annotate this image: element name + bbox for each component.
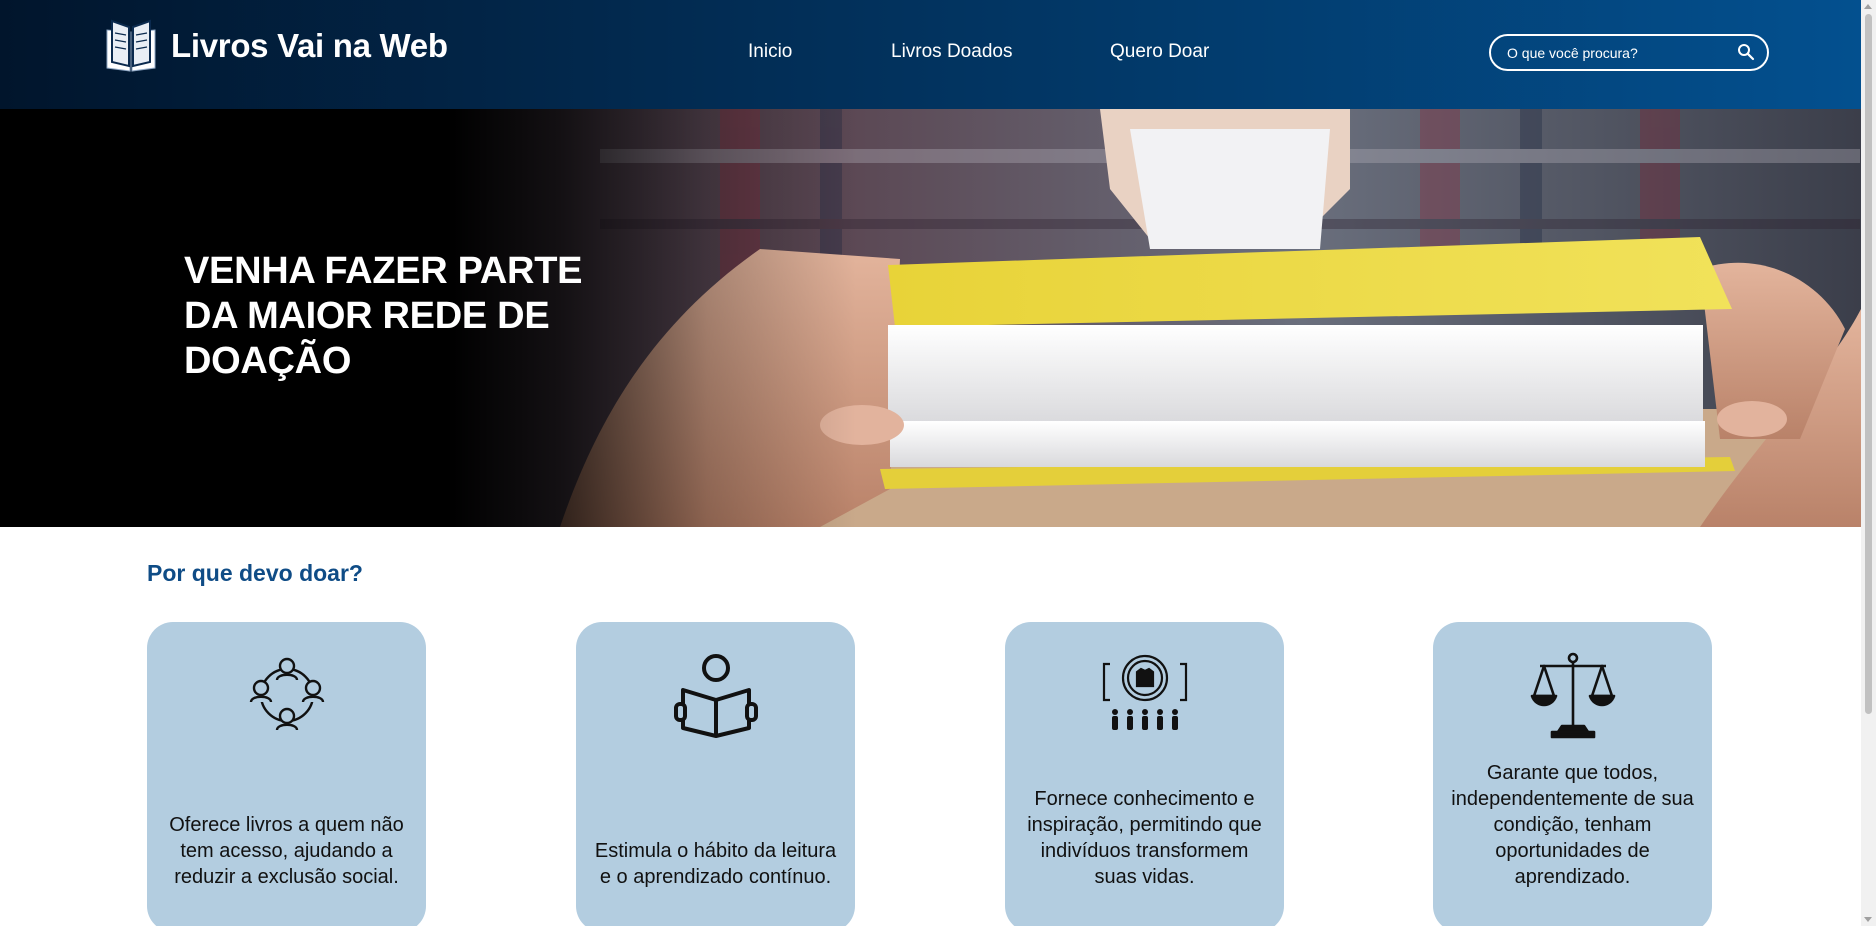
- reason-card: Garante que todos, independentemente de …: [1433, 622, 1712, 926]
- reason-card-text: Garante que todos, independentemente de …: [1451, 762, 1694, 888]
- open-book-icon: [106, 19, 156, 72]
- reason-card: Estimula o hábito da leitura e o aprendi…: [576, 622, 855, 926]
- hero-banner: VENHA FAZER PARTE DA MAIOR REDE DE DOAÇÃ…: [0, 109, 1861, 527]
- reason-card-text: Fornece conhecimento e inspiração, permi…: [1027, 788, 1262, 888]
- justice-scale-icon: [1530, 652, 1616, 739]
- search-input[interactable]: [1507, 36, 1727, 69]
- why-donate-title: Por que devo doar?: [147, 560, 363, 586]
- page: Livros Vai na Web Inicio Livros Doados Q…: [0, 0, 1861, 926]
- reason-card-text: Oferece livros a quem não tem acesso, aj…: [169, 814, 404, 888]
- brand-logo-link[interactable]: Livros Vai na Web: [103, 18, 448, 74]
- nav-link-quero-doar[interactable]: Quero Doar: [1110, 41, 1209, 63]
- reason-card: Fornece conhecimento e inspiração, permi…: [1005, 622, 1284, 926]
- nav-link-inicio[interactable]: Inicio: [748, 41, 792, 63]
- person-reading-icon: [674, 654, 758, 738]
- hero-title: VENHA FAZER PARTE DA MAIOR REDE DE DOAÇÃ…: [184, 250, 583, 382]
- scroll-down-arrow-icon[interactable]: [1864, 917, 1872, 922]
- reason-card: Oferece livros a quem não tem acesso, aj…: [147, 622, 426, 926]
- scrollbar-thumb[interactable]: [1865, 14, 1872, 714]
- scroll-up-arrow-icon[interactable]: [1864, 4, 1872, 9]
- search-icon[interactable]: [1737, 43, 1755, 61]
- page-scrollbar[interactable]: [1861, 0, 1876, 926]
- raised-fist-people-icon: [1102, 654, 1188, 730]
- nav-link-livros-doados[interactable]: Livros Doados: [891, 41, 1012, 63]
- reason-card-text: Estimula o hábito da leitura e o aprendi…: [594, 840, 837, 888]
- site-header: Livros Vai na Web Inicio Livros Doados Q…: [0, 0, 1861, 109]
- search-box: [1489, 34, 1769, 71]
- brand-name: Livros Vai na Web: [171, 27, 448, 64]
- community-circle-icon: [249, 657, 325, 731]
